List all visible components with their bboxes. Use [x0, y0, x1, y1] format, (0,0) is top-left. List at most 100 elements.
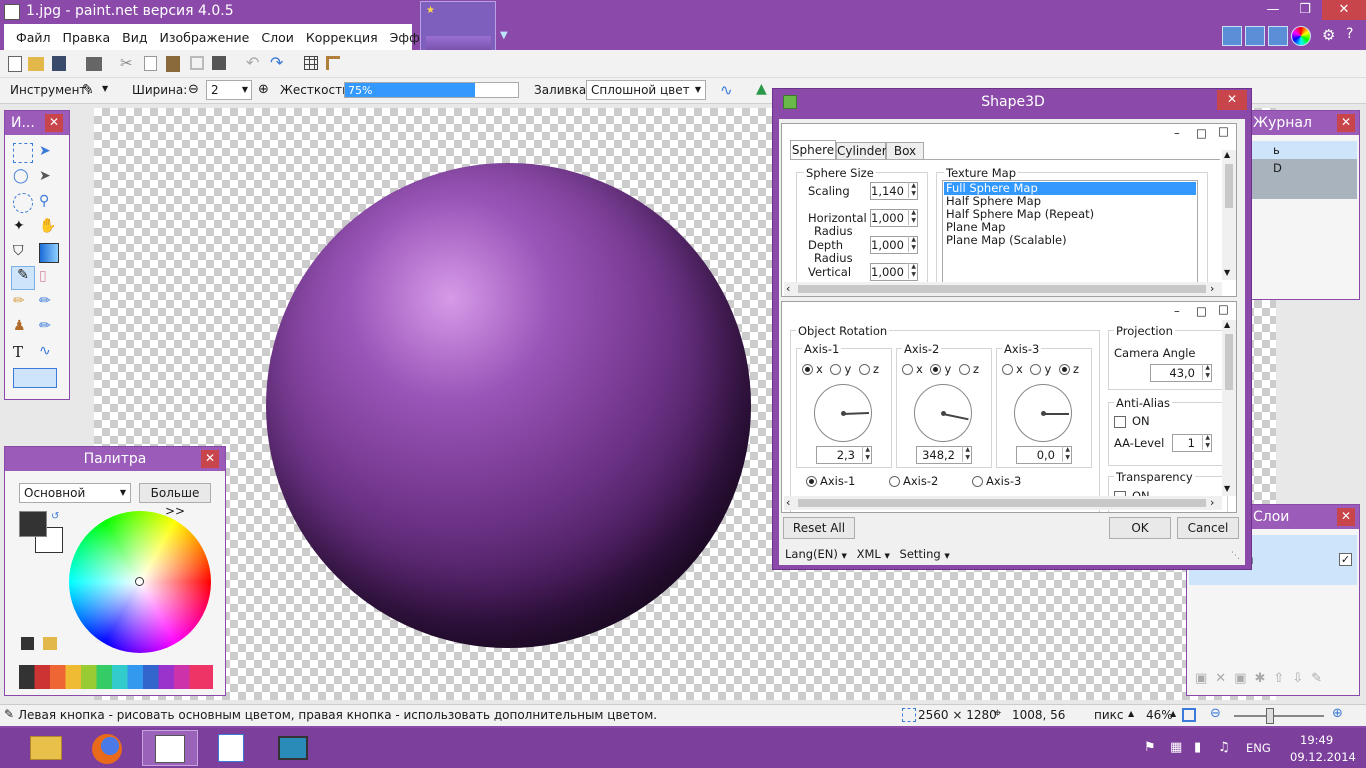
layer-properties-icon[interactable]: ✎ — [1311, 671, 1330, 686]
close-dialog-button[interactable]: ✕ — [1217, 90, 1247, 110]
network-icon[interactable]: ▦ — [1170, 740, 1182, 755]
axis3-dial[interactable] — [1014, 384, 1072, 442]
reset-all-button[interactable]: Reset All — [783, 517, 855, 539]
axis2-y-radio[interactable]: y — [930, 362, 951, 376]
ok-button[interactable]: OK — [1109, 517, 1171, 539]
line-curve-icon[interactable]: ∿ — [39, 343, 59, 363]
layers-window-icon[interactable] — [1268, 26, 1288, 46]
merge-layer-icon[interactable]: ✱ — [1255, 671, 1274, 686]
paste-icon[interactable] — [166, 56, 180, 72]
texture-map-item[interactable]: Plane Map (Scalable) — [944, 234, 1196, 247]
palette-mode-select[interactable]: Основной ▼ — [19, 483, 131, 503]
crop-icon[interactable] — [190, 56, 204, 70]
chevron-down-icon[interactable]: ▼ — [1224, 268, 1230, 277]
pane2-restore-icon[interactable]: □ — [1196, 304, 1207, 318]
color-wheel[interactable] — [69, 511, 211, 653]
palette-menu-icon[interactable] — [43, 637, 57, 650]
recolor-icon[interactable]: ✏ — [39, 318, 59, 338]
cancel-button[interactable]: Cancel — [1177, 517, 1239, 539]
aa-level-spinner[interactable]: 1 — [1172, 434, 1212, 452]
axis3-y-radio[interactable]: y — [1030, 362, 1051, 376]
pane1-maximize-icon[interactable]: □ — [1218, 124, 1229, 138]
setting-menu[interactable]: Setting ▼ — [900, 547, 950, 561]
axis3-x-radio[interactable]: x — [1002, 362, 1023, 376]
tab-dropdown-icon[interactable]: ▼ — [500, 30, 508, 41]
width-increase-icon[interactable]: ⊕ — [258, 82, 269, 97]
copy-icon[interactable] — [144, 56, 157, 71]
tool-dropdown-icon[interactable]: ▼ — [102, 84, 108, 93]
redo-icon[interactable]: ↷ — [270, 53, 283, 72]
horizontal-radius-spinner[interactable]: 1,000 — [870, 209, 918, 227]
resize-grip-icon[interactable]: ⋱ — [1231, 551, 1240, 561]
pane2-vscrollbar[interactable]: ▲ ▼ — [1222, 320, 1236, 496]
battery-icon[interactable]: ▮ — [1194, 740, 1201, 755]
pane1-hscrollbar[interactable]: ‹ › — [784, 282, 1222, 296]
axis3-z-radio[interactable]: z — [1058, 362, 1079, 376]
wordpad-taskbar-button[interactable] — [204, 730, 260, 766]
close-history-button[interactable]: ✕ — [1337, 114, 1355, 132]
hardness-slider[interactable]: 75% — [344, 82, 519, 98]
move-selected-icon[interactable]: ➤ — [39, 168, 59, 188]
zoom-value[interactable]: 46% — [1146, 708, 1173, 722]
menu-file[interactable]: Файл — [10, 30, 57, 45]
tab-box[interactable]: Box — [886, 142, 924, 160]
menu-adjustments[interactable]: Коррекция — [300, 30, 384, 45]
depth-radius-spinner[interactable]: 1,000 — [870, 236, 918, 254]
print-icon[interactable] — [86, 57, 102, 71]
gear-icon[interactable]: ⚙ — [1322, 26, 1335, 44]
chevron-left-icon[interactable]: ‹ — [786, 496, 790, 509]
width-select[interactable]: 2 ▼ — [206, 80, 252, 100]
help-icon[interactable]: ? — [1346, 26, 1353, 42]
antialias-icon[interactable]: ▲ — [756, 81, 767, 97]
curve-icon[interactable]: ∿ — [720, 81, 733, 99]
axis2-z-radio[interactable]: z — [958, 362, 979, 376]
swap-colors-icon[interactable]: ↺ — [51, 511, 59, 522]
pencil-icon[interactable]: ✏ — [13, 293, 33, 313]
axis2-dial[interactable] — [914, 384, 972, 442]
volume-icon[interactable]: ♫ — [1218, 740, 1230, 755]
close-layers-button[interactable]: ✕ — [1337, 508, 1355, 526]
ellipse-select-icon[interactable] — [13, 193, 33, 213]
close-palette-button[interactable]: ✕ — [201, 450, 219, 468]
brush-icon[interactable]: ✎ — [82, 82, 94, 98]
zoom-slider[interactable] — [1234, 708, 1324, 724]
menu-view[interactable]: Вид — [116, 30, 153, 45]
axis1-dial[interactable] — [814, 384, 872, 442]
zoom-fit-icon[interactable] — [1182, 708, 1196, 722]
close-tools-button[interactable]: ✕ — [45, 114, 63, 132]
save-icon[interactable] — [52, 56, 66, 71]
active-axis2-radio[interactable]: Axis-2 — [888, 474, 938, 488]
history-window-icon[interactable] — [1245, 26, 1265, 46]
zoom-dropdown-icon[interactable]: ▲ — [1170, 709, 1176, 718]
open-file-icon[interactable] — [28, 57, 44, 71]
deselect-icon[interactable] — [212, 56, 226, 70]
pane2-hscrollbar[interactable]: ‹ › — [784, 496, 1222, 510]
file-explorer-taskbar-button[interactable] — [18, 730, 74, 766]
xml-menu[interactable]: XML ▼ — [857, 547, 890, 561]
clock-date[interactable]: 09.12.2014 — [1290, 750, 1356, 764]
pane1-vscroll-thumb[interactable] — [1225, 164, 1233, 208]
text-icon[interactable]: T — [13, 343, 33, 363]
tab-sphere[interactable]: Sphere — [790, 140, 836, 160]
magic-wand-icon[interactable]: ✦ — [13, 218, 33, 238]
axis1-y-radio[interactable]: y — [830, 362, 851, 376]
menu-image[interactable]: Изображение — [153, 30, 255, 45]
pane2-minimize-icon[interactable]: – — [1174, 304, 1180, 318]
undo-icon[interactable]: ↶ — [246, 53, 259, 72]
pane1-minimize-icon[interactable]: – — [1174, 126, 1180, 140]
unit-select[interactable]: пикс — [1094, 708, 1124, 722]
vertical-radius-spinner[interactable]: 1,000 — [870, 263, 918, 281]
cut-icon[interactable]: ✂ — [120, 54, 133, 72]
antialias-checkbox[interactable]: ON — [1114, 414, 1150, 428]
axis1-z-radio[interactable]: z — [858, 362, 879, 376]
unit-dropdown-icon[interactable]: ▲ — [1128, 709, 1134, 718]
minimize-button[interactable]: — — [1258, 0, 1288, 20]
language-indicator[interactable]: ENG — [1246, 741, 1271, 755]
chevron-down-icon[interactable]: ▼ — [1224, 484, 1230, 493]
flag-icon[interactable]: ⚑ — [1144, 740, 1156, 755]
ruler-icon[interactable] — [326, 56, 340, 70]
zoom-slider-thumb[interactable] — [1266, 708, 1274, 724]
gradient-icon[interactable] — [39, 243, 59, 263]
fill-select[interactable]: Сплошной цвет ▼ — [586, 80, 706, 100]
pane2-vscroll-thumb[interactable] — [1225, 334, 1233, 390]
